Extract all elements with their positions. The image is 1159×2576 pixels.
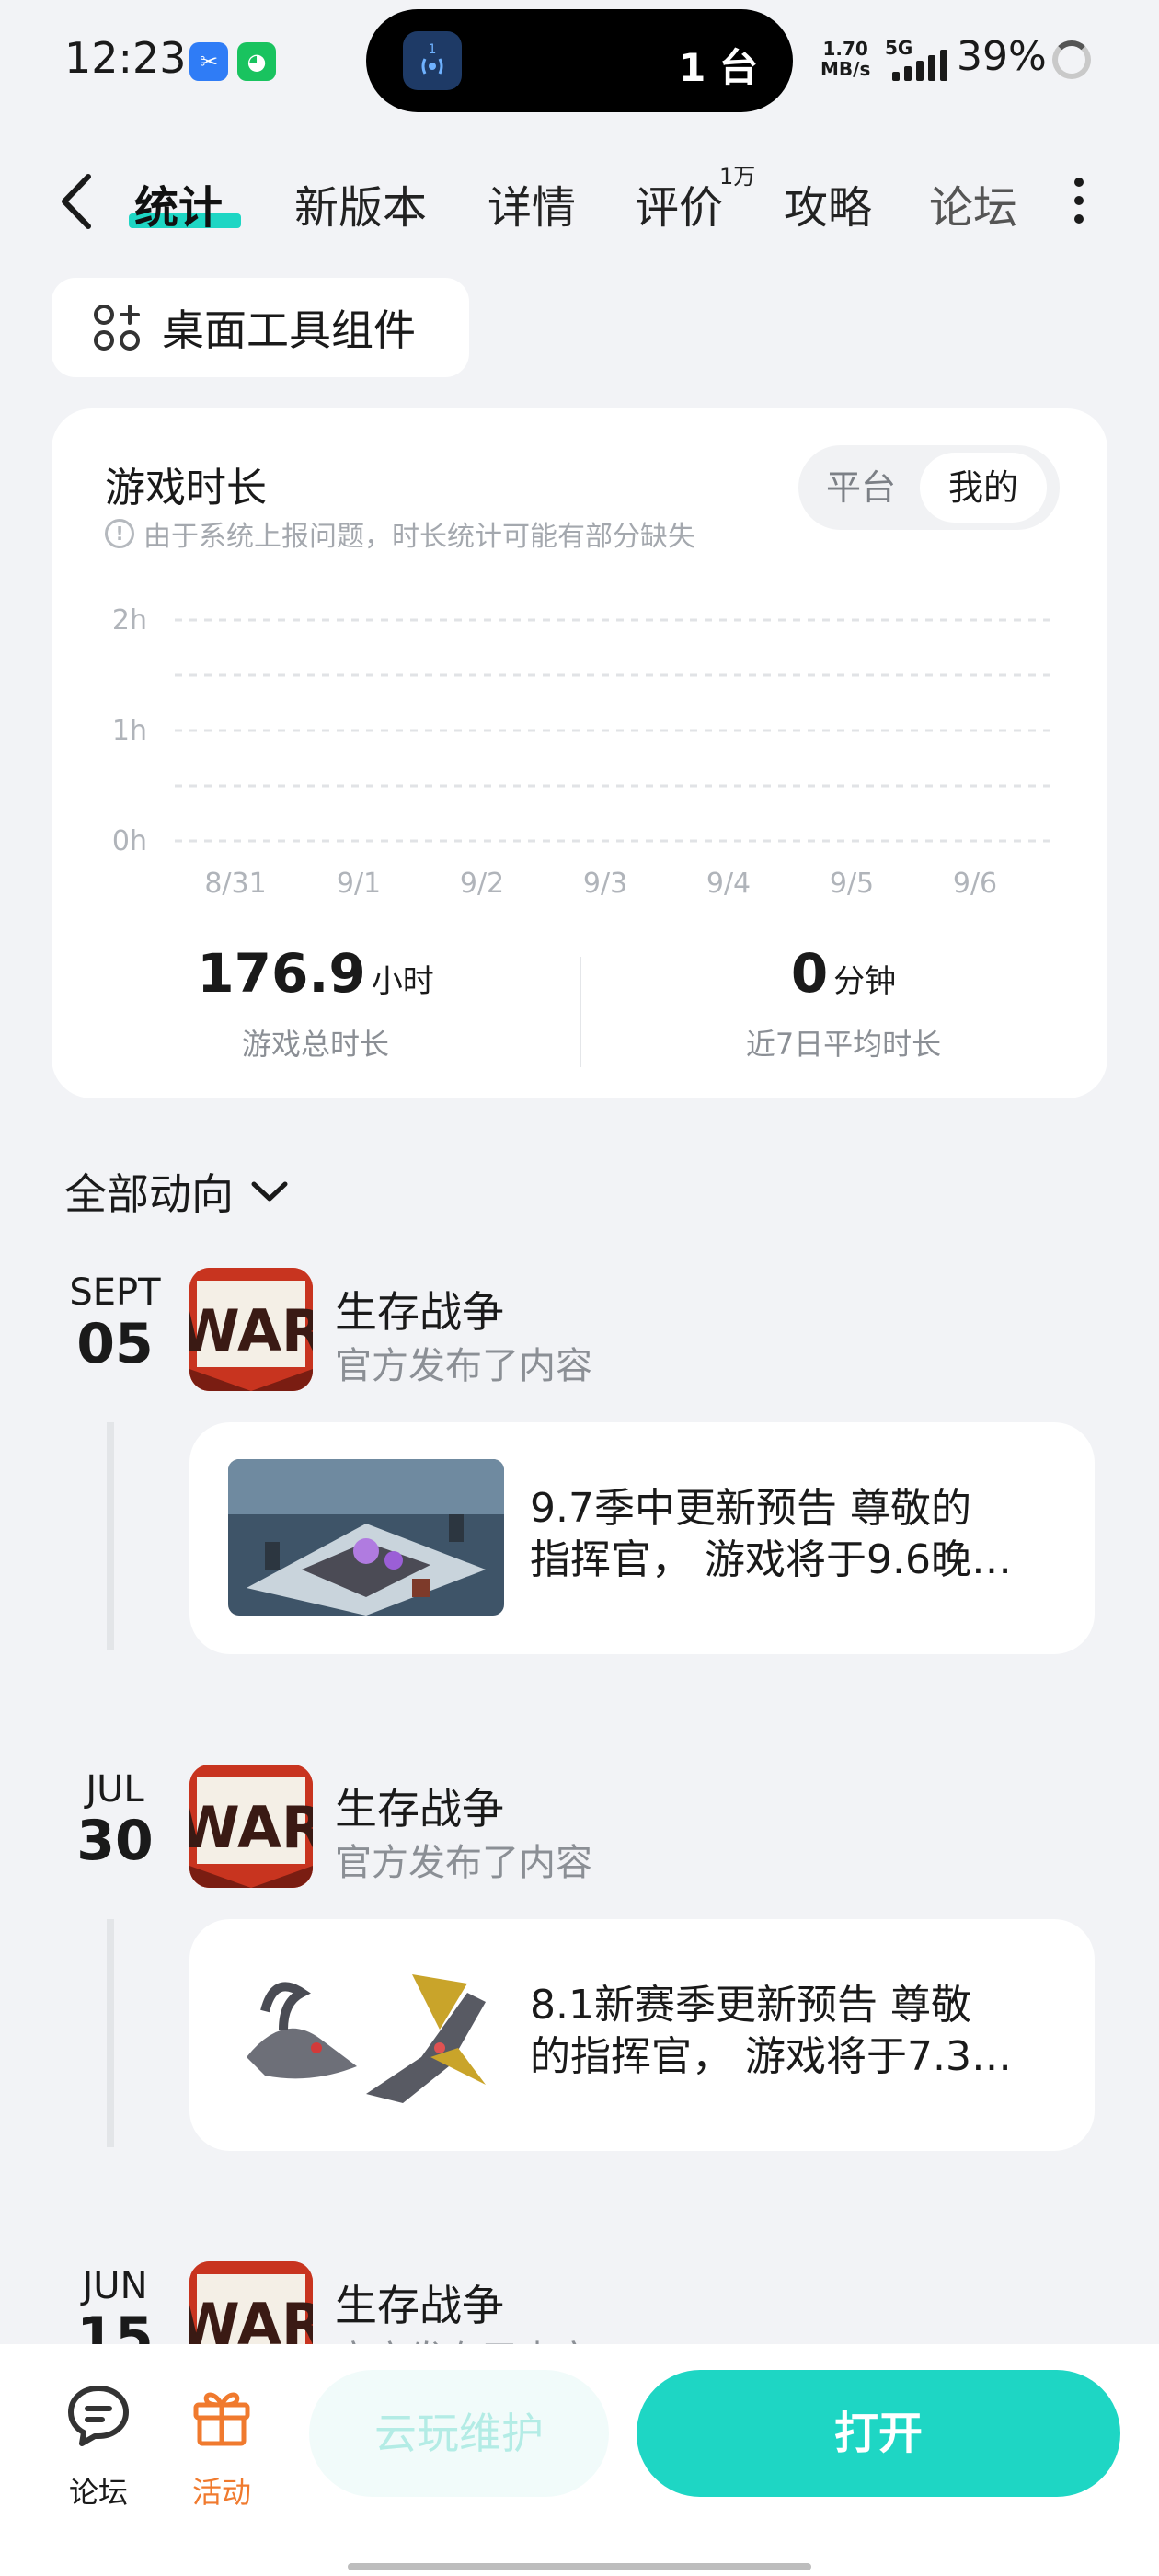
home-indicator[interactable]: [348, 2563, 811, 2570]
back-arrow-icon[interactable]: [55, 171, 98, 232]
post-card[interactable]: 8.1新赛季更新预告 尊敬 的指挥官， 游戏将于7.3…: [189, 1919, 1095, 2151]
activity-label: 活动: [191, 2475, 251, 2510]
post-action: 官方发布了内容: [335, 1345, 592, 1387]
island-text: 1 台: [679, 45, 758, 90]
game-name: 生存战争: [335, 1784, 504, 1834]
activity-tab[interactable]: 活动: [171, 2381, 272, 2512]
cast-icon: 1: [403, 31, 462, 90]
tab-stats[interactable]: 统计: [134, 171, 223, 236]
island-badge: 1: [429, 42, 437, 57]
open-button[interactable]: 打开: [637, 2370, 1120, 2497]
card-note: ! 由于系统上报问题，时长统计可能有部分缺失: [105, 513, 695, 554]
feed-item[interactable]: JUL 30 WAR 生存战争 官方发布了内容 8.1新赛季更新预告 尊敬 的指…: [0, 1761, 1159, 2151]
tab-forum[interactable]: 论坛: [929, 171, 1023, 236]
feed-item[interactable]: JUN 15 WAR 生存战争 官方发布了内容: [0, 2258, 1159, 2344]
game-icon[interactable]: WAR: [189, 1268, 313, 1391]
signal-icon: [892, 50, 947, 81]
bottom-action-bar: 论坛 活动 云玩维护 打开: [0, 2344, 1159, 2576]
dynamic-island[interactable]: 1 1 台: [366, 9, 793, 112]
feed-item[interactable]: SEPT 05 WAR 生存战争 官方发布了内容 9.7季中更新预告 尊敬的 指…: [0, 1264, 1159, 1654]
post-action: 官方发布了内容: [335, 2329, 592, 2344]
date-month: JUL: [86, 1768, 144, 1811]
feed-filter[interactable]: 全部动向: [64, 1161, 289, 1222]
widget-button-label: 桌面工具组件: [162, 305, 416, 355]
play-time-card: 游戏时长 ! 由于系统上报问题，时长统计可能有部分缺失 平台 我的 0h 1h 2h…: [52, 408, 1107, 1098]
date-month: JUN: [82, 2265, 148, 2307]
forum-label: 论坛: [68, 2475, 128, 2510]
tab-reviews[interactable]: 评价: [635, 171, 723, 236]
average-play-time: 0 分钟 近7日平均时长: [580, 942, 1107, 1064]
tab-guides[interactable]: 攻略: [784, 171, 872, 236]
toggle-platform[interactable]: 平台: [815, 453, 907, 523]
x-tick-label: 9/3: [583, 868, 627, 900]
x-tick-label: 8/31: [204, 868, 266, 900]
post-thumbnail: [228, 1459, 504, 1616]
chevron-down-icon: [251, 1181, 288, 1202]
average-label: 近7日平均时长: [745, 1027, 942, 1062]
total-unit: 小时: [371, 963, 434, 1000]
post-thumbnail: [228, 1956, 504, 2112]
game-icon[interactable]: WAR: [189, 1765, 313, 1888]
x-tick-label: 9/2: [460, 868, 504, 900]
scope-toggle[interactable]: 平台 我的: [798, 445, 1060, 530]
timeline-line: [107, 1422, 114, 1650]
widget-grid-icon: [94, 305, 140, 351]
x-tick-label: 9/6: [953, 868, 997, 900]
x-tick-label: 9/5: [830, 868, 874, 900]
total-play-time: 176.9 小时 游戏总时长: [52, 942, 580, 1064]
game-icon-text: WAR: [189, 1794, 313, 1861]
scissor-app-icon: ✂: [189, 42, 228, 81]
y-tick-label: 1h: [112, 715, 147, 747]
game-icon[interactable]: WAR: [189, 2261, 313, 2344]
gift-icon: [193, 2392, 250, 2446]
forum-tab[interactable]: 论坛: [48, 2381, 149, 2512]
post-action: 官方发布了内容: [335, 1842, 592, 1884]
game-name: 生存战争: [335, 1287, 504, 1337]
total-label: 游戏总时长: [241, 1027, 389, 1062]
tab-details[interactable]: 详情: [488, 171, 576, 236]
game-name: 生存战争: [335, 2281, 504, 2330]
x-tick-label: 9/4: [706, 868, 751, 900]
post-text: 9.7季中更新预告 尊敬的 指挥官， 游戏将于9.6晚…: [530, 1485, 1012, 1583]
battery-level: 39%: [957, 33, 1047, 80]
network-speed: 1.70 MB/s: [820, 38, 871, 80]
average-unit: 分钟: [833, 963, 897, 1000]
date-day: 05: [76, 1312, 154, 1376]
total-value: 176.9: [197, 942, 366, 1005]
date-day: 15: [76, 2306, 154, 2344]
average-value: 0: [790, 942, 829, 1005]
post-text: 8.1新赛季更新预告 尊敬 的指挥官， 游戏将于7.3…: [530, 1982, 1012, 2080]
clock: 12:23: [64, 33, 187, 83]
y-tick-label: 0h: [112, 825, 147, 857]
y-tick-label: 2h: [112, 604, 147, 637]
status-bar: 12:23 ✂ ◕ 1 1 台 1.70 MB/s 5G 39%: [0, 0, 1159, 129]
info-icon: !: [105, 519, 134, 548]
play-time-chart: 0h 1h 2h 8/31 9/1 9/2 9/3 9/4 9/5 9/6: [112, 604, 1054, 900]
timeline-line: [107, 1919, 114, 2147]
date-month: SEPT: [69, 1271, 161, 1314]
toggle-mine[interactable]: 我的: [920, 453, 1047, 523]
wechat-icon: ◕: [237, 42, 276, 81]
forum-icon: [68, 2386, 129, 2446]
card-title: 游戏时长: [105, 465, 267, 512]
date-day: 30: [76, 1809, 154, 1873]
more-options-icon[interactable]: [1073, 177, 1085, 224]
feed-heading: 全部动向: [64, 1169, 234, 1219]
reviews-count-badge: 1万: [719, 164, 756, 190]
post-card[interactable]: 9.7季中更新预告 尊敬的 指挥官， 游戏将于9.6晚…: [189, 1422, 1095, 1654]
desktop-widget-button[interactable]: 桌面工具组件: [52, 278, 469, 377]
tab-new-version[interactable]: 新版本: [294, 171, 427, 236]
battery-icon: [1052, 40, 1091, 79]
x-tick-label: 9/1: [337, 868, 381, 900]
cloud-play-button[interactable]: 云玩维护: [309, 2370, 609, 2497]
game-icon-text: WAR: [189, 1297, 313, 1364]
game-icon-text: WAR: [189, 2291, 313, 2344]
